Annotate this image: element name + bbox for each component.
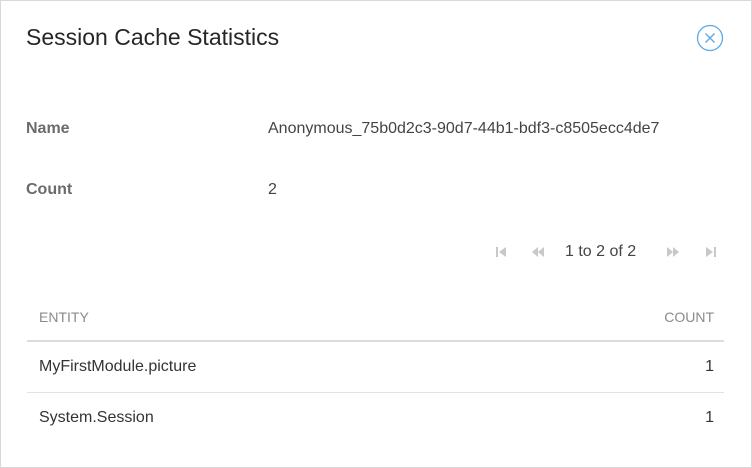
table-row[interactable]: MyFirstModule.picture 1 <box>27 342 724 393</box>
count-value: 2 <box>268 181 277 198</box>
next-page-button[interactable] <box>665 244 681 260</box>
entity-cell: MyFirstModule.picture <box>39 358 197 375</box>
count-cell: 1 <box>705 358 714 375</box>
session-cache-dialog: Session Cache Statistics Name Anonymous_… <box>0 0 752 468</box>
dialog-title: Session Cache Statistics <box>26 24 280 50</box>
close-circle-icon <box>696 24 724 52</box>
name-value: Anonymous_75b0d2c3-90d7-44b1-bdf3-c8505e… <box>268 120 660 137</box>
pagination-status: 1 to 2 of 2 <box>565 243 637 260</box>
table-row[interactable]: System.Session 1 <box>27 393 724 443</box>
last-page-icon <box>703 244 719 260</box>
close-button[interactable] <box>696 24 724 52</box>
name-label: Name <box>26 120 70 137</box>
column-header-count[interactable]: COUNT <box>664 308 714 326</box>
column-header-entity[interactable]: ENTITY <box>39 308 89 326</box>
first-page-button[interactable] <box>493 244 509 260</box>
next-page-icon <box>665 244 681 260</box>
count-label: Count <box>26 181 73 198</box>
previous-page-icon <box>530 244 546 260</box>
previous-page-button[interactable] <box>530 244 546 260</box>
table-header: ENTITY COUNT <box>27 291 724 342</box>
entity-cell: System.Session <box>39 409 154 426</box>
first-page-icon <box>493 244 509 260</box>
last-page-button[interactable] <box>703 244 719 260</box>
pagination-bar: 1 to 2 of 2 <box>491 239 723 265</box>
count-cell: 1 <box>705 409 714 426</box>
entity-count-table: ENTITY COUNT MyFirstModule.picture 1 Sys… <box>27 291 724 443</box>
